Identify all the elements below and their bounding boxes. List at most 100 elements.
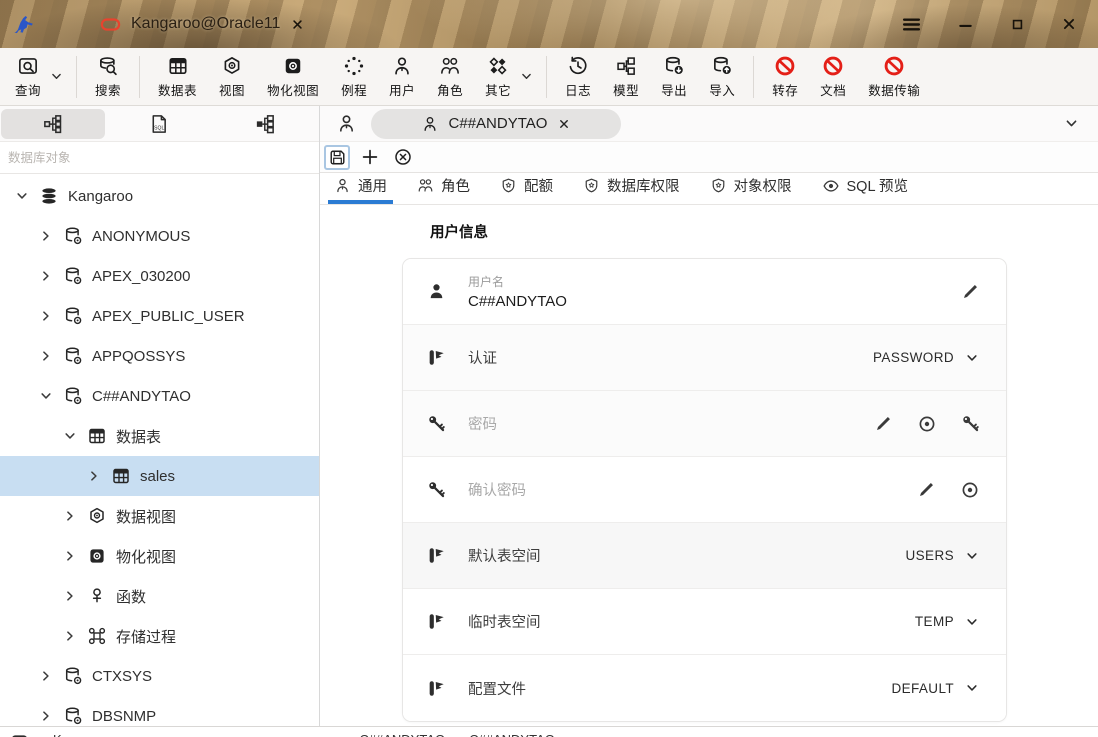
materialized-views-button[interactable]: 物化视图 (256, 51, 330, 103)
edit-username-button[interactable] (961, 282, 980, 301)
search-button[interactable]: 搜索 (84, 51, 132, 103)
close-icon (290, 17, 305, 32)
flag-icon (427, 679, 446, 698)
minimize-icon (956, 15, 975, 34)
editor-tab-bar: C##ANDYTAO (320, 106, 1098, 142)
chevron-right-icon[interactable] (62, 628, 78, 644)
tab-list-dropdown-button[interactable] (1063, 115, 1080, 132)
chevron-right-icon[interactable] (62, 548, 78, 564)
subtab-sql-preview[interactable]: SQL 预览 (820, 175, 911, 204)
window-tab[interactable]: Kangaroo@Oracle11 (100, 14, 305, 35)
maximize-button[interactable] (1007, 14, 1028, 35)
tree-item-schema[interactable]: ANONYMOUS (0, 216, 319, 256)
tree-item-views-folder[interactable]: 数据视图 (0, 496, 319, 536)
show-password-button[interactable] (917, 414, 937, 434)
key-icon (427, 480, 446, 499)
cancel-button[interactable] (390, 145, 416, 170)
subtab-object-privileges[interactable]: 对象权限 (708, 175, 794, 204)
dump-button[interactable]: 转存 (761, 51, 809, 103)
chevron-right-icon[interactable] (38, 228, 54, 244)
tree-item-schema[interactable]: APEX_030200 (0, 256, 319, 296)
document-button[interactable]: 文档 (809, 51, 857, 103)
save-button[interactable] (324, 144, 350, 170)
subtab-quota[interactable]: 配额 (498, 175, 555, 204)
chevron-right-icon[interactable] (38, 668, 54, 684)
editor-tab-close-button[interactable] (557, 117, 571, 131)
minimize-button[interactable] (954, 13, 977, 36)
tab-object-tree[interactable] (1, 108, 105, 139)
log-button[interactable]: 日志 (554, 51, 602, 103)
model-button[interactable]: 模型 (602, 51, 650, 103)
query-button[interactable]: 查询 (4, 51, 52, 103)
tree-icon (42, 113, 64, 135)
chevron-right-icon[interactable] (62, 508, 78, 524)
field-label: 默认表空间 (468, 549, 541, 565)
generate-password-button[interactable] (961, 414, 980, 433)
field-label: 临时表空间 (468, 615, 541, 631)
chevron-right-icon[interactable] (86, 468, 102, 484)
tree-item-schema[interactable]: DBSNMP (0, 696, 319, 726)
object-filter-input[interactable] (0, 142, 319, 173)
tree-item-table-selected[interactable]: sales (0, 456, 319, 496)
profile-select[interactable]: DEFAULT (891, 680, 980, 696)
views-button[interactable]: 视图 (208, 51, 256, 103)
chevron-right-icon[interactable] (38, 268, 54, 284)
data-transfer-button[interactable]: 数据传输 (857, 51, 931, 103)
visibility-icon (917, 414, 937, 434)
tree-item-schema[interactable]: APPQOSSYS (0, 336, 319, 376)
chevron-right-icon[interactable] (38, 308, 54, 324)
password-placeholder[interactable]: 密码 (468, 413, 874, 434)
tree-item-functions-folder[interactable]: 函数 (0, 576, 319, 616)
editor-action-bar (320, 142, 1098, 173)
chevron-right-icon[interactable] (38, 708, 54, 724)
tree-item-schema[interactable]: CTXSYS (0, 656, 319, 696)
edit-confirm-password-button[interactable] (917, 480, 936, 499)
chevron-down-icon[interactable] (14, 188, 30, 204)
editor-tab-active[interactable]: C##ANDYTAO (371, 108, 621, 139)
cancel-circle-icon (393, 147, 413, 167)
chevron-down-icon[interactable] (38, 388, 54, 404)
user-icon (427, 282, 446, 301)
tree-item-schema[interactable]: C##ANDYTAO (0, 376, 319, 416)
chevron-down-icon (964, 548, 980, 564)
user-icon (391, 55, 413, 77)
tree-item-tables-folder[interactable]: 数据表 (0, 416, 319, 456)
roles-button[interactable]: 角色 (426, 51, 474, 103)
edit-password-button[interactable] (874, 414, 893, 433)
show-confirm-password-button[interactable] (960, 480, 980, 500)
subtab-general[interactable]: 通用 (328, 175, 393, 204)
chevron-down-icon[interactable] (62, 428, 78, 444)
default-tablespace-select[interactable]: USERS (905, 548, 980, 564)
plus-icon (360, 147, 380, 167)
window-close-button[interactable] (1058, 13, 1080, 35)
tab-close-button[interactable] (290, 17, 305, 32)
export-button[interactable]: 导出 (650, 51, 698, 103)
username-value[interactable]: C##ANDYTAO (468, 293, 961, 310)
tab-sql-files[interactable] (107, 109, 211, 139)
subtab-database-privileges[interactable]: 数据库权限 (581, 175, 682, 204)
temp-tablespace-select[interactable]: TEMP (915, 614, 980, 630)
chevron-right-icon[interactable] (62, 588, 78, 604)
users-button[interactable]: 用户 (378, 51, 426, 103)
authentication-select[interactable]: PASSWORD (873, 350, 980, 366)
tree-item-connection[interactable]: Kangaroo (0, 176, 319, 216)
app-menu-button[interactable] (899, 12, 924, 37)
add-button[interactable] (357, 145, 383, 170)
import-button[interactable]: 导入 (698, 51, 746, 103)
chevron-right-icon[interactable] (38, 348, 54, 364)
tree-item-procedures-folder[interactable]: 存储过程 (0, 616, 319, 656)
model-icon (615, 55, 637, 77)
tables-button[interactable]: 数据表 (147, 51, 208, 103)
query-dropdown-button[interactable] (46, 67, 67, 86)
tree-item-schema[interactable]: APEX_PUBLIC_USER (0, 296, 319, 336)
confirm-password-placeholder[interactable]: 确认密码 (468, 479, 917, 500)
tree-item-materialized-views-folder[interactable]: 物化视图 (0, 536, 319, 576)
tab-er-diagram[interactable] (213, 109, 317, 139)
other-objects-button[interactable]: 其它 (474, 51, 522, 103)
chevron-down-icon (519, 69, 534, 84)
visibility-icon (960, 480, 980, 500)
subtab-roles[interactable]: 角色 (415, 175, 472, 204)
routines-button[interactable]: 例程 (330, 51, 378, 103)
section-title: 用户信息 (430, 225, 488, 241)
other-objects-dropdown-button[interactable] (516, 67, 537, 86)
